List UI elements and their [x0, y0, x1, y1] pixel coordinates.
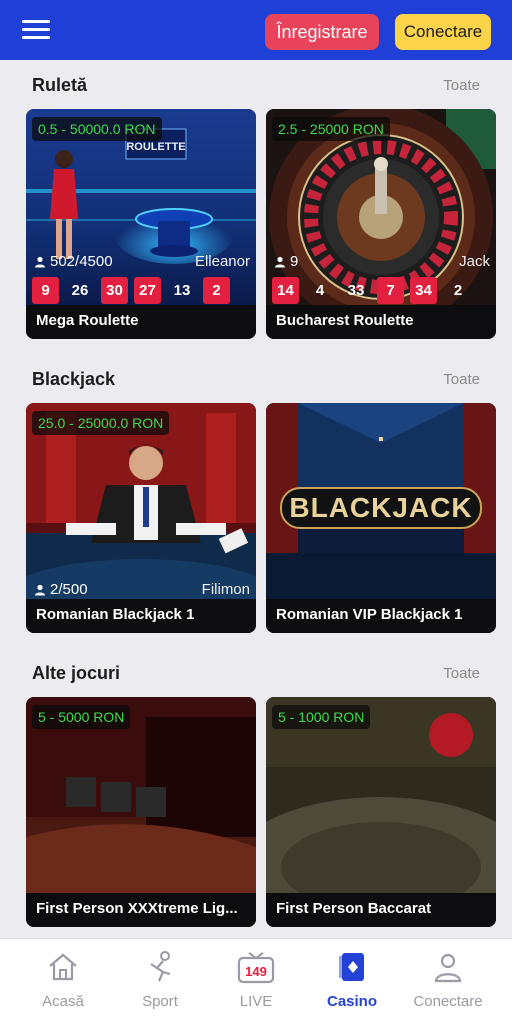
result-number: 27	[134, 277, 161, 304]
see-all-roulette-link[interactable]: Toate	[443, 77, 480, 94]
home-icon	[43, 947, 83, 987]
player-count-text: 9	[290, 253, 299, 270]
nav-sport[interactable]: Sport	[112, 947, 208, 1017]
game-name: Bucharest Roulette	[276, 312, 414, 329]
result-number: 13	[173, 282, 191, 299]
see-all-blackjack-link[interactable]: Toate	[443, 371, 480, 388]
game-card-romanian-blackjack-1[interactable]: 25.0 - 25000.0 RON 2/500 Filimon Romania…	[26, 403, 256, 633]
nav-label: Conectare	[413, 993, 483, 1010]
blackjack-logo: BLACKJACK	[280, 487, 482, 529]
result-number: 4	[315, 282, 325, 299]
user-icon	[428, 947, 468, 987]
bet-limit-badge: 0.5 - 50000.0 RON	[32, 117, 162, 141]
game-card-bucharest-roulette[interactable]: 2.5 - 25000 RON 9 Jack 14 4 33 7 34 2 Bu…	[266, 109, 496, 339]
result-number: 7	[377, 277, 404, 304]
recent-results: 14 4 33 7 34 2	[272, 277, 479, 304]
game-name: Romanian Blackjack 1	[36, 606, 195, 623]
person-icon	[275, 256, 285, 267]
result-number: 2	[203, 277, 230, 304]
casino-cards-icon	[332, 947, 372, 987]
live-tv-icon: 149	[236, 947, 276, 987]
recent-results: 9 26 30 27 13 2	[32, 277, 236, 304]
see-all-other-games-link[interactable]: Toate	[443, 665, 480, 682]
game-card-romanian-vip-blackjack-1[interactable]: BLACKJACK Romanian VIP Blackjack 1	[266, 403, 496, 633]
login-button[interactable]: Conectare	[395, 14, 491, 50]
bet-limit-badge: 2.5 - 25000 RON	[272, 117, 390, 141]
register-button[interactable]: Înregistrare	[265, 14, 379, 50]
nav-label: Sport	[142, 993, 178, 1010]
dealer-name: Filimon	[201, 581, 250, 598]
bet-limit-badge: 25.0 - 25000.0 RON	[32, 411, 170, 435]
game-name: Romanian VIP Blackjack 1	[276, 606, 463, 623]
nav-casino[interactable]: Casino	[304, 947, 400, 1017]
player-count: 2/500	[34, 581, 88, 598]
dealer-name: Elleanor	[194, 253, 250, 270]
game-name: First Person Baccarat	[276, 900, 432, 917]
nav-login[interactable]: Conectare	[400, 947, 496, 1017]
result-number: 30	[101, 277, 128, 304]
svg-text:ROULETTE: ROULETTE	[126, 141, 185, 153]
bet-limit-badge: 5 - 1000 RON	[272, 705, 371, 729]
nav-label: Acasă	[42, 993, 84, 1010]
live-count-badge: 149	[245, 964, 267, 979]
player-count-text: 2/500	[50, 581, 88, 598]
top-bar: Înregistrare Conectare	[0, 0, 512, 60]
game-card-mega-roulette[interactable]: ROULETTE 0.5 - 50000.0 RON 502/4500 Elle…	[26, 109, 256, 339]
hamburger-menu-icon[interactable]	[22, 19, 50, 41]
person-icon	[35, 584, 45, 595]
section-title-other-games: Alte jocuri	[32, 663, 121, 683]
dealer-name: Jack	[459, 253, 490, 270]
nav-label: LIVE	[239, 993, 273, 1010]
section-title-roulette: Ruletă	[32, 75, 88, 95]
sport-icon	[140, 947, 180, 987]
game-card-first-person-baccarat[interactable]: 5 - 1000 RON First Person Baccarat	[266, 697, 496, 927]
bet-limit-badge: 5 - 5000 RON	[32, 705, 131, 729]
player-count: 9	[274, 253, 298, 270]
result-number: 14	[272, 277, 299, 304]
person-icon	[35, 256, 45, 267]
result-number: 2	[453, 282, 463, 299]
game-name: Mega Roulette	[36, 312, 139, 329]
game-card-first-person-xxxtreme[interactable]: 5 - 5000 RON First Person XXXtreme Lig..…	[26, 697, 256, 927]
section-title-blackjack: Blackjack	[32, 369, 116, 389]
bottom-navigation: Acasă Sport 149 LIVE Casino Conectare	[0, 938, 512, 1024]
result-number: 33	[347, 282, 365, 299]
player-count: 502/4500	[34, 253, 113, 270]
result-number: 34	[410, 277, 437, 304]
nav-home[interactable]: Acasă	[15, 947, 111, 1017]
nav-label: Casino	[326, 993, 377, 1010]
result-number: 26	[71, 282, 89, 299]
game-name: First Person XXXtreme Lig...	[36, 900, 238, 917]
player-count-text: 502/4500	[50, 253, 113, 270]
nav-live[interactable]: 149 LIVE	[208, 947, 304, 1017]
result-number: 9	[32, 277, 59, 304]
